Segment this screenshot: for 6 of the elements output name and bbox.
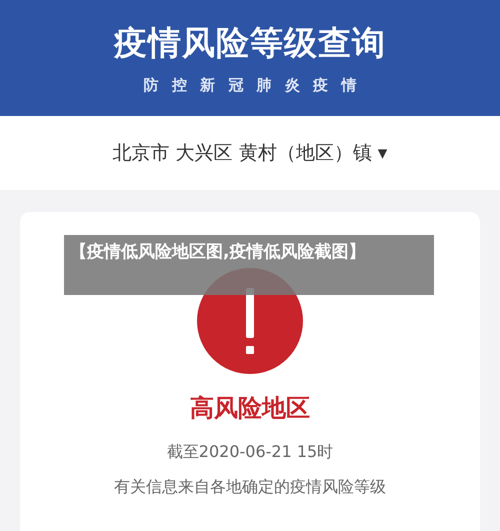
caption-banner: 【疫情低风险地区图,疫情低风险截图】 [64, 235, 434, 295]
app-subtitle: 防 控 新 冠 肺 炎 疫 情 [144, 76, 356, 95]
app-title: 疫情风险等级查询 [114, 22, 386, 64]
risk-level: 高风险地区 [190, 393, 310, 424]
update-time: 截至2020-06-21 15时 [166, 442, 334, 463]
source-note: 有关信息来自各地确定的疫情风险等级 [114, 477, 386, 498]
